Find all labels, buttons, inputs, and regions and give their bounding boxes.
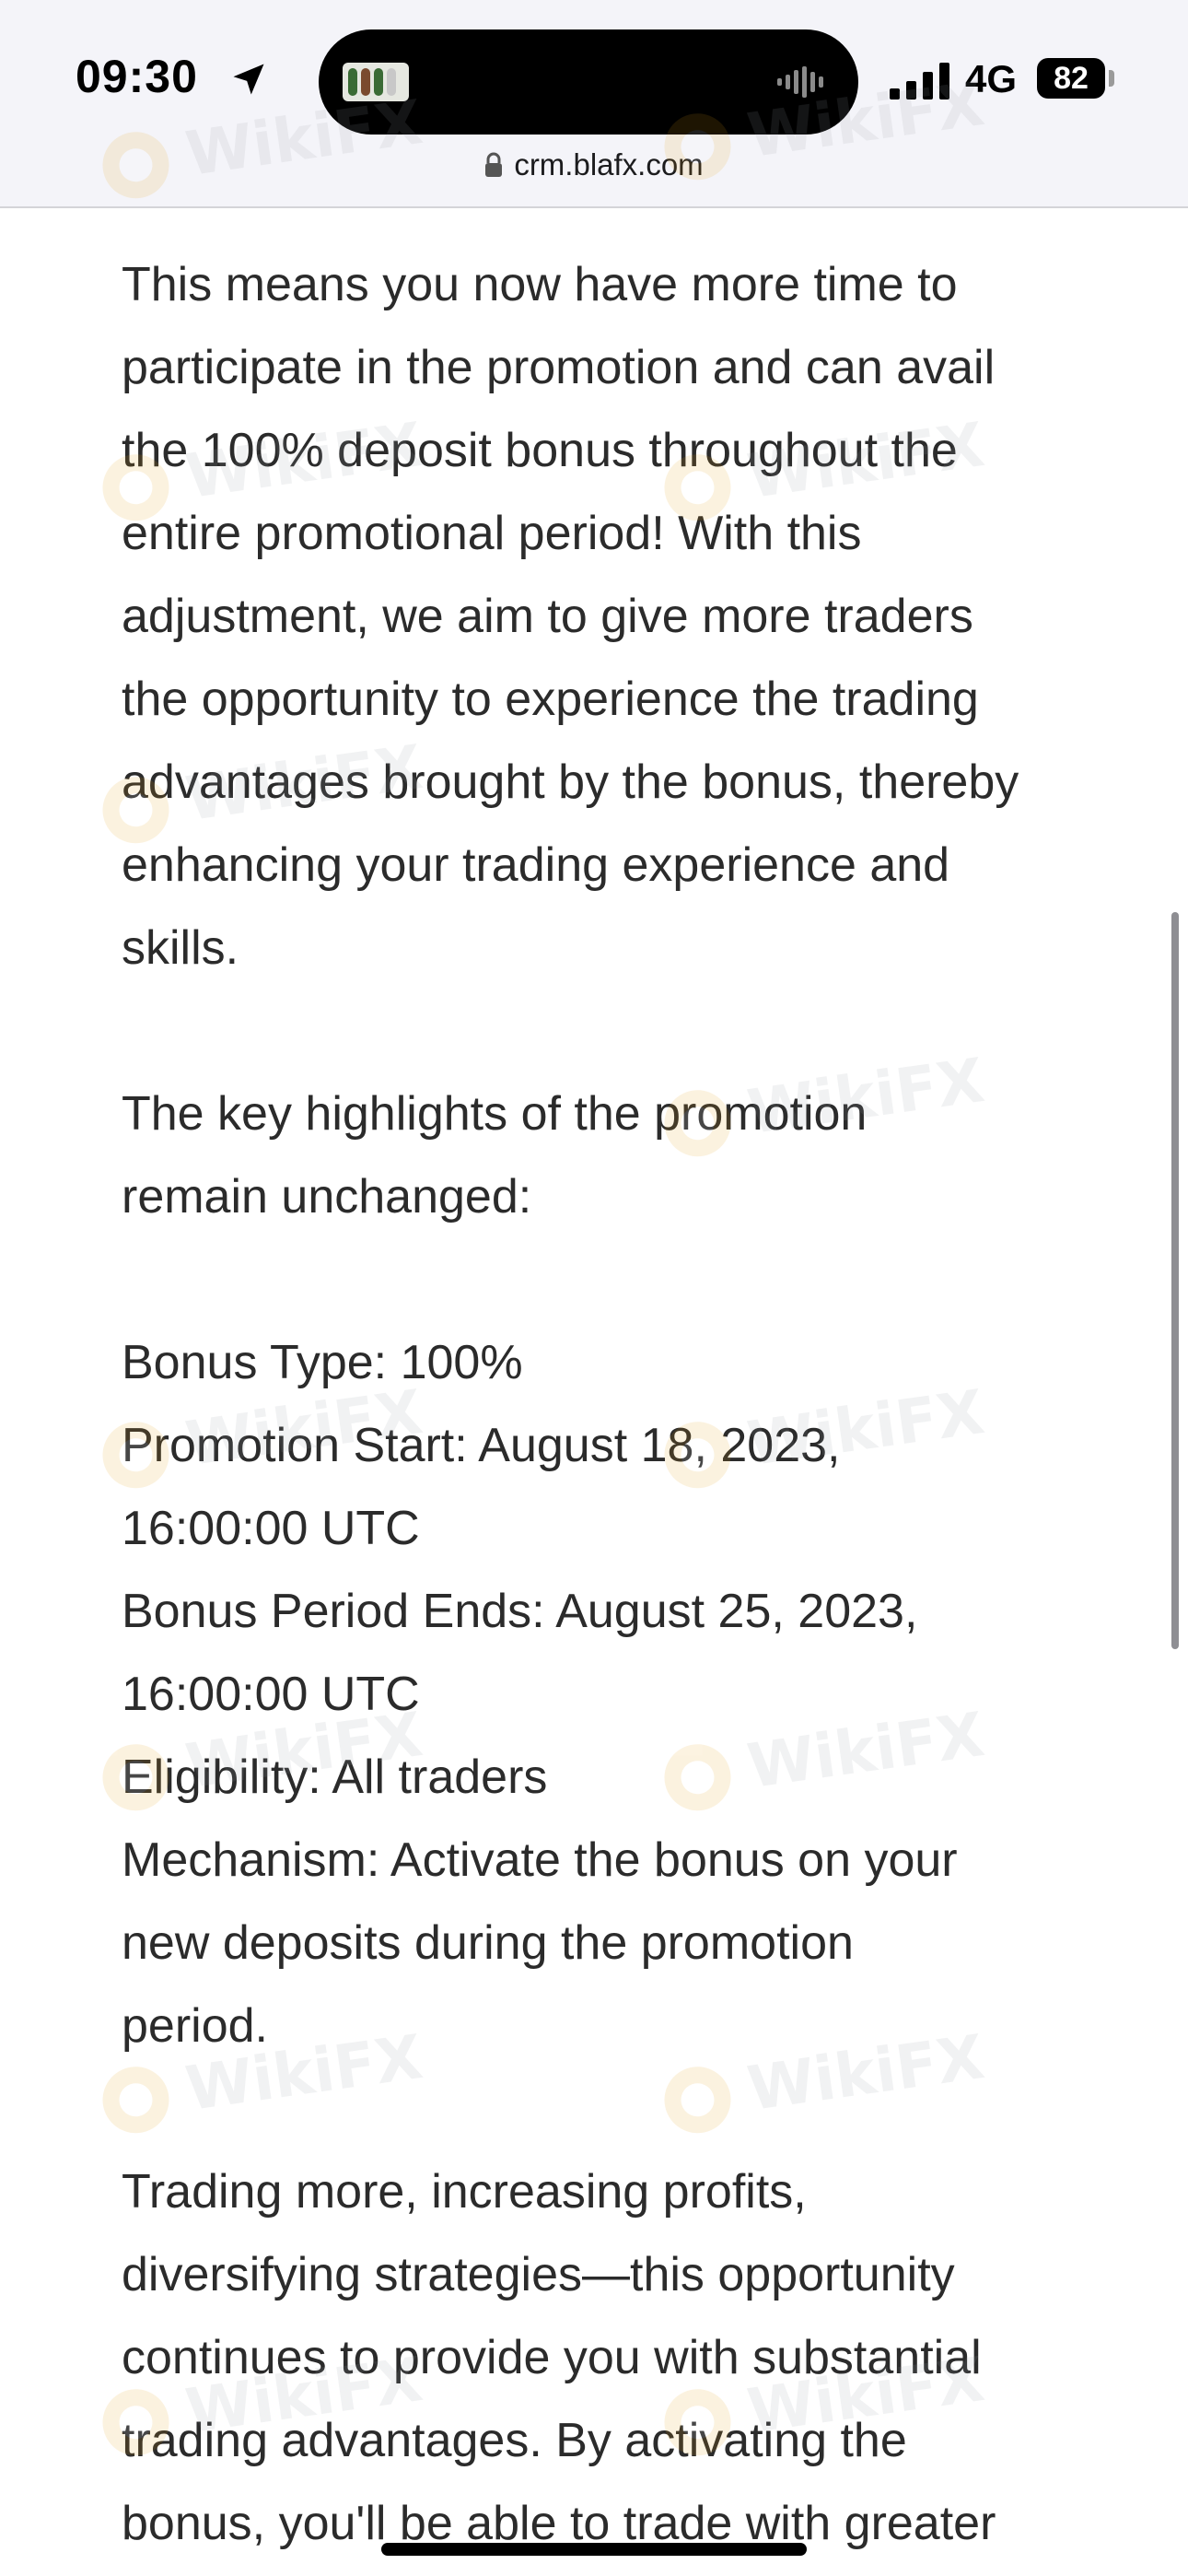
text-line: Trading more, increasing profits, xyxy=(122,2165,807,2219)
text-line: the opportunity to experience the tradin… xyxy=(122,673,979,726)
text-line: the 100% deposit bonus throughout the xyxy=(122,424,958,477)
dynamic-island[interactable] xyxy=(319,29,858,135)
location-arrow-icon xyxy=(233,64,264,95)
battery-cap xyxy=(1109,70,1114,87)
mechanism-cont: period. xyxy=(122,1999,268,2053)
scrollbar[interactable] xyxy=(1171,912,1179,1649)
promotion-start: Promotion Start: August 18, 2023, xyxy=(122,1419,841,1472)
status-and-address-bar: 09:30 4G 82 crm.blafx.com xyxy=(0,0,1188,208)
text-line: skills. xyxy=(122,921,239,975)
text-line: diversifying strategies—this opportunity xyxy=(122,2248,955,2301)
promotion-details: Bonus Type: 100% Promotion Start: August… xyxy=(122,1321,1079,2067)
mechanism: Mechanism: Activate the bonus on your xyxy=(122,1833,958,1887)
bonus-period-end-time: 16:00:00 UTC xyxy=(122,1668,420,1721)
audio-waveform-icon xyxy=(777,66,823,98)
url-text: crm.blafx.com xyxy=(514,147,704,181)
text-line: continues to provide you with substantia… xyxy=(122,2331,982,2384)
address-bar[interactable]: crm.blafx.com xyxy=(0,147,1188,182)
text-line: participate in the promotion and can ava… xyxy=(122,341,996,394)
text-line: The key highlights of the promotion xyxy=(122,1087,868,1141)
mechanism-cont: new deposits during the promotion xyxy=(122,1916,854,1970)
cellular-signal-icon xyxy=(890,63,949,100)
media-thumbnail xyxy=(343,63,409,101)
status-time: 09:30 xyxy=(76,51,198,102)
home-indicator[interactable] xyxy=(381,2543,807,2556)
text-line: trading advantages. By activating the xyxy=(122,2414,907,2467)
promotion-start-time: 16:00:00 UTC xyxy=(122,1502,420,1555)
paragraph-trading-more: Trading more, increasing profits, divers… xyxy=(122,2150,1079,2565)
paragraph-highlights-intro: The key highlights of the promotion rema… xyxy=(122,1072,1079,1238)
article-body: This means you now have more time to par… xyxy=(122,243,1079,2565)
text-line: This means you now have more time to xyxy=(122,258,958,311)
bonus-period-end: Bonus Period Ends: August 25, 2023, xyxy=(122,1585,918,1638)
text-line: adjustment, we aim to give more traders xyxy=(122,590,973,643)
lock-icon xyxy=(485,152,503,177)
bonus-type: Bonus Type: 100% xyxy=(122,1336,523,1389)
text-line: enhancing your trading experience and xyxy=(122,838,950,892)
text-line: entire promotional period! With this xyxy=(122,507,862,560)
battery-icon: 82 xyxy=(1037,58,1105,99)
eligibility: Eligibility: All traders xyxy=(122,1751,548,1804)
paragraph-more-time: This means you now have more time to par… xyxy=(122,243,1079,989)
network-type: 4G xyxy=(965,57,1018,100)
text-line: remain unchanged: xyxy=(122,1170,532,1224)
text-line: advantages brought by the bonus, thereby xyxy=(122,755,1019,809)
